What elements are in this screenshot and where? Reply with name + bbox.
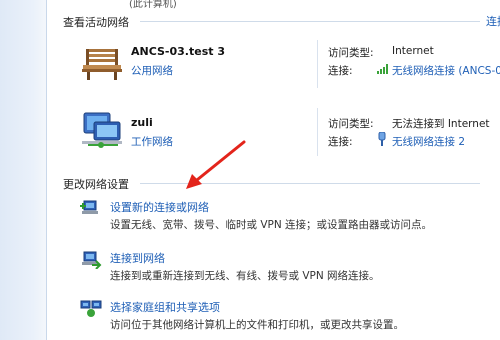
connection-link[interactable]: 无线网络连接 (ANCS-03	[392, 63, 500, 78]
network-divider	[317, 40, 318, 88]
access-type-label: 访问类型:	[328, 47, 374, 59]
connect-network-icon	[82, 251, 102, 269]
connection-label: 连接:	[328, 136, 353, 148]
section-divider	[140, 21, 480, 22]
network-type-link[interactable]: 公用网络	[131, 63, 173, 78]
network-name: ANCS-03.test 3	[131, 45, 225, 58]
connection-label: 连接:	[328, 65, 353, 77]
task-description: 设置无线、宽带、拨号、临时或 VPN 连接；或设置路由器或访问点。	[110, 219, 433, 231]
connection-link[interactable]: 无线网络连接 2	[392, 134, 465, 149]
wireless-signal-icon	[377, 64, 388, 74]
network-divider	[317, 108, 318, 156]
access-type-value: 无法连接到 Internet	[392, 118, 490, 130]
network-name: zuli	[131, 116, 153, 129]
access-type-label: 访问类型:	[328, 118, 374, 130]
bench-icon	[82, 49, 122, 80]
homegroup-icon	[80, 300, 102, 317]
task-description: 连接到或重新连接到无线、有线、拨号或 VPN 网络连接。	[110, 270, 380, 282]
left-navigation-pane	[0, 0, 47, 340]
task-link[interactable]: 连接到网络	[110, 250, 165, 266]
red-arrow-annotation	[186, 140, 246, 189]
access-type-value: Internet	[392, 45, 434, 57]
task-description: 访问位于其他网络计算机上的文件和打印机，或更改共享设置。	[110, 319, 404, 331]
wireless-adapter-icon	[378, 132, 386, 146]
new-connection-icon	[80, 200, 98, 214]
active-networks-heading: 查看活动网络	[63, 16, 129, 29]
network-type-link[interactable]: 工作网络	[131, 134, 173, 149]
connect-disconnect-link[interactable]: 连接	[486, 13, 500, 29]
task-link[interactable]: 选择家庭组和共享选项	[110, 299, 220, 315]
change-settings-heading: 更改网络设置	[63, 178, 129, 191]
top-cut-text: (此计算机)	[129, 0, 177, 10]
task-link[interactable]: 设置新的连接或网络	[110, 199, 209, 215]
work-network-icon	[82, 112, 122, 148]
